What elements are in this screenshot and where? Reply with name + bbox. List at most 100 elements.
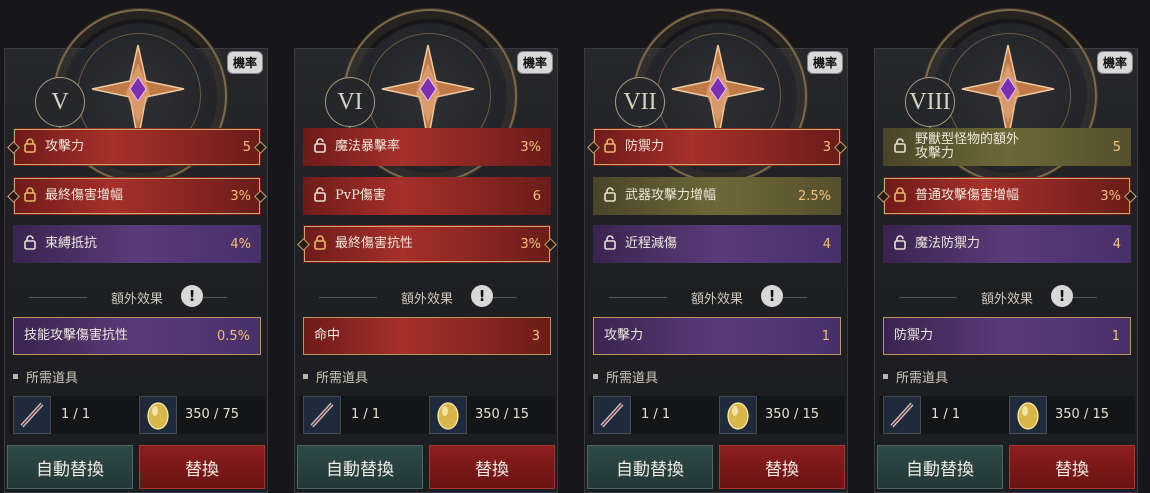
- extra-effect-row: 攻擊力 1: [593, 317, 841, 355]
- replace-button[interactable]: 替換: [139, 445, 265, 489]
- lock-icon[interactable]: [603, 137, 625, 157]
- stat-row[interactable]: 武器攻擊力增幅 2.5%: [593, 177, 841, 215]
- stat-label: 最終傷害抗性: [335, 236, 414, 251]
- unlock-icon[interactable]: [603, 234, 625, 254]
- bullet-icon: [883, 374, 888, 379]
- stat-label: 最終傷害增幅: [45, 188, 124, 203]
- info-icon[interactable]: !: [1051, 285, 1073, 307]
- unlock-icon[interactable]: [893, 137, 915, 157]
- auto-replace-button[interactable]: 自動替換: [7, 445, 133, 489]
- stat-label: 魔法防禦力: [915, 236, 981, 251]
- stat-value: 4: [1112, 236, 1121, 252]
- probability-button[interactable]: 機率: [226, 51, 263, 74]
- stat-row[interactable]: 束縛抵抗 4%: [13, 225, 261, 263]
- probability-button[interactable]: 機率: [1096, 51, 1133, 74]
- stat-row[interactable]: 普通攻擊傷害增幅 3%: [883, 177, 1131, 215]
- required-items-label: 所需道具: [316, 371, 369, 386]
- unlock-icon[interactable]: [313, 186, 335, 206]
- probability-button[interactable]: 機率: [806, 51, 843, 74]
- required-items-label: 所需道具: [606, 371, 659, 386]
- extra-effect-label: 防禦力: [894, 328, 934, 343]
- stat-value: 6: [532, 188, 541, 204]
- stat-value: 3%: [520, 139, 541, 155]
- stat-row[interactable]: PvP傷害 6: [303, 177, 551, 215]
- extra-effect-label: 技能攻擊傷害抗性: [24, 328, 129, 343]
- item-count: 350 / 75: [185, 407, 239, 422]
- stat-row[interactable]: 野獸型怪物的額外 攻擊力 5: [883, 128, 1131, 166]
- stat-value: 5: [1112, 139, 1121, 155]
- info-icon[interactable]: !: [471, 285, 493, 307]
- stat-value: 4: [822, 236, 831, 252]
- stat-label: 普通攻擊傷害增幅: [915, 188, 1020, 203]
- enchant-panel: VIII 機率 野獸型怪物的額外 攻擊力 5 普通攻擊傷害增幅 3% 魔法防禦力 4 額外效果!…: [874, 9, 1138, 493]
- auto-replace-button[interactable]: 自動替換: [877, 445, 1003, 489]
- slot-numeral: VIII: [905, 77, 955, 127]
- gold-gem-icon[interactable]: [1009, 396, 1047, 434]
- required-items-title: 所需道具: [303, 367, 368, 386]
- probability-button[interactable]: 機率: [516, 51, 553, 74]
- scroll-item-icon[interactable]: [883, 396, 921, 434]
- stat-row[interactable]: 魔法防禦力 4: [883, 225, 1131, 263]
- item-count: 350 / 15: [765, 407, 819, 422]
- slot-numeral: VI: [325, 77, 375, 127]
- required-items-title: 所需道具: [883, 367, 948, 386]
- item-count: 350 / 15: [1055, 407, 1109, 422]
- required-items-label: 所需道具: [26, 371, 79, 386]
- gold-gem-icon[interactable]: [719, 396, 757, 434]
- enchant-panel: VII 機率 防禦力 3 武器攻擊力增幅 2.5% 近程減傷 4 額外效果! 攻擊力 1 所需道具 1 …: [584, 9, 848, 493]
- lock-icon[interactable]: [23, 137, 45, 157]
- auto-replace-button[interactable]: 自動替換: [587, 445, 713, 489]
- stat-label: 防禦力: [625, 139, 665, 154]
- item-count: 350 / 15: [475, 407, 529, 422]
- unlock-icon[interactable]: [893, 234, 915, 254]
- scroll-item-icon[interactable]: [13, 396, 51, 434]
- stat-row[interactable]: 魔法暴擊率 3%: [303, 128, 551, 166]
- lock-icon[interactable]: [893, 186, 915, 206]
- slot-numeral: VII: [615, 77, 665, 127]
- stat-label: 武器攻擊力增幅: [625, 188, 717, 203]
- stat-row[interactable]: 最終傷害增幅 3%: [13, 177, 261, 215]
- divider: [899, 297, 957, 298]
- unlock-icon[interactable]: [603, 186, 625, 206]
- scroll-item-icon[interactable]: [593, 396, 631, 434]
- stat-row[interactable]: 攻擊力 5: [13, 128, 261, 166]
- required-items-label: 所需道具: [896, 371, 949, 386]
- stat-value: 3: [822, 139, 831, 155]
- bullet-icon: [303, 374, 308, 379]
- bullet-icon: [13, 374, 18, 379]
- stat-label: 野獸型怪物的額外 攻擊力: [915, 132, 1020, 161]
- required-items-row: 1 / 1 350 / 15: [589, 396, 845, 434]
- stat-row[interactable]: 防禦力 3: [593, 128, 841, 166]
- extra-effect-value: 0.5%: [216, 328, 250, 344]
- stat-value: 3%: [230, 188, 251, 204]
- info-icon[interactable]: !: [181, 285, 203, 307]
- gold-gem-icon[interactable]: [429, 396, 467, 434]
- stat-row[interactable]: 近程減傷 4: [593, 225, 841, 263]
- replace-button[interactable]: 替換: [719, 445, 845, 489]
- info-icon[interactable]: !: [761, 285, 783, 307]
- stat-label: 攻擊力: [45, 139, 85, 154]
- stat-row[interactable]: 最終傷害抗性 3%: [303, 225, 551, 263]
- extra-effect-row: 防禦力 1: [883, 317, 1131, 355]
- item-count: 1 / 1: [61, 407, 91, 422]
- stat-label: PvP傷害: [335, 188, 386, 203]
- scroll-item-icon[interactable]: [303, 396, 341, 434]
- unlock-icon[interactable]: [23, 234, 45, 254]
- lock-icon[interactable]: [313, 234, 335, 254]
- lock-icon[interactable]: [23, 186, 45, 206]
- replace-button[interactable]: 替換: [429, 445, 555, 489]
- divider: [29, 297, 87, 298]
- extra-effect-title: 額外效果: [110, 291, 163, 307]
- gold-gem-icon[interactable]: [139, 396, 177, 434]
- replace-button[interactable]: 替換: [1009, 445, 1135, 489]
- extra-effect-label: 攻擊力: [604, 328, 644, 343]
- divider: [609, 297, 667, 298]
- unlock-icon[interactable]: [313, 137, 335, 157]
- required-items-row: 1 / 1 350 / 75: [9, 396, 265, 434]
- auto-replace-button[interactable]: 自動替換: [297, 445, 423, 489]
- stat-label: 近程減傷: [625, 236, 678, 251]
- extra-effect-value: 1: [1111, 328, 1120, 344]
- item-count: 1 / 1: [931, 407, 961, 422]
- extra-effect-title: 額外效果: [400, 291, 453, 307]
- stat-value: 3%: [520, 236, 541, 252]
